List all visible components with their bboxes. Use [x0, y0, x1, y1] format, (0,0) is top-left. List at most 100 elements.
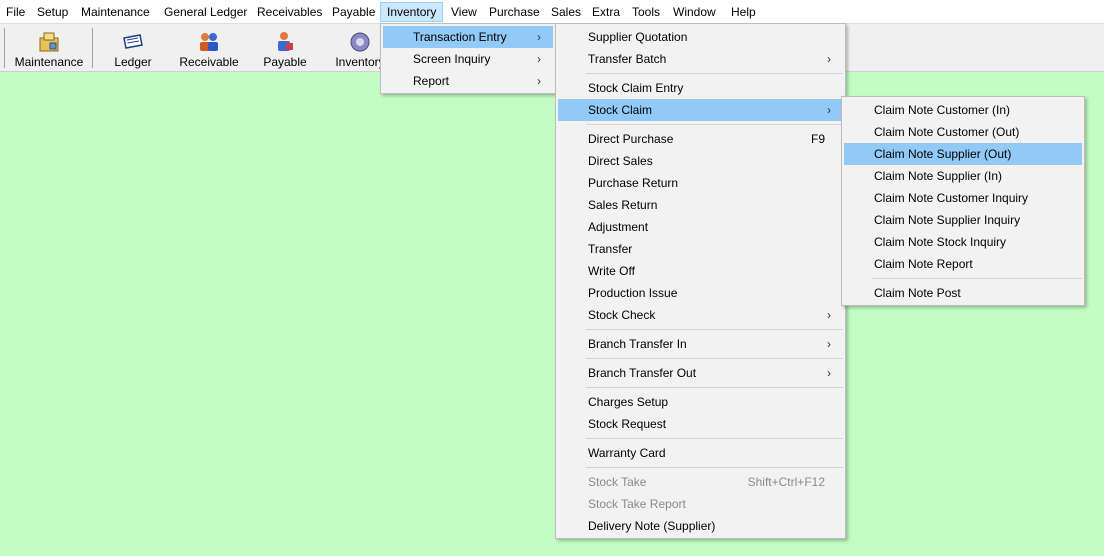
chevron-right-icon: › — [827, 52, 831, 66]
menu-window[interactable]: Window — [667, 2, 722, 22]
menu-item-label: Direct Sales — [588, 154, 653, 168]
menu-item-label: Direct Purchase — [588, 132, 674, 146]
menu-item-stock-take-report: Stock Take Report — [558, 493, 843, 515]
menu-item-label: Screen Inquiry — [413, 52, 491, 66]
menu-item-transfer-batch[interactable]: Transfer Batch › — [558, 48, 843, 70]
menu-separator — [586, 124, 843, 125]
menu-item-label: Claim Note Supplier (Out) — [874, 147, 1012, 161]
menu-maintenance[interactable]: Maintenance — [75, 2, 156, 22]
menu-purchase[interactable]: Purchase — [483, 2, 546, 22]
menu-separator — [872, 278, 1082, 279]
menu-item-purchase-return[interactable]: Purchase Return — [558, 172, 843, 194]
menu-item-delivery-note-supplier[interactable]: Delivery Note (Supplier) — [558, 515, 843, 537]
toolbar-separator — [92, 28, 93, 68]
menu-item-label: Claim Note Post — [874, 286, 961, 300]
menu-sales[interactable]: Sales — [545, 2, 587, 22]
menu-receivables[interactable]: Receivables — [251, 2, 328, 22]
toolbar-ledger-button[interactable]: Ledger — [102, 26, 164, 70]
menu-item-label: Stock Take — [588, 475, 647, 489]
menu-item-label: Claim Note Customer (Out) — [874, 125, 1020, 139]
chevron-right-icon: › — [827, 308, 831, 322]
toolbar-maintenance-label: Maintenance — [14, 55, 84, 69]
menu-item-label: Delivery Note (Supplier) — [588, 519, 716, 533]
menu-separator — [586, 438, 843, 439]
menu-item-transaction-entry[interactable]: Transaction Entry › — [383, 26, 553, 48]
menu-item-label: Transaction Entry — [413, 30, 507, 44]
menu-item-stock-claim[interactable]: Stock Claim › — [558, 99, 843, 121]
menu-item-claim-note-report[interactable]: Claim Note Report — [844, 253, 1082, 275]
chevron-right-icon: › — [537, 52, 541, 66]
menu-item-claim-note-customer-inquiry[interactable]: Claim Note Customer Inquiry — [844, 187, 1082, 209]
menu-item-screen-inquiry[interactable]: Screen Inquiry › — [383, 48, 553, 70]
menu-separator — [586, 387, 843, 388]
menu-item-label: Transfer — [588, 242, 633, 256]
chevron-right-icon: › — [827, 366, 831, 380]
menu-item-label: Branch Transfer In — [588, 337, 687, 351]
menu-item-stock-claim-entry[interactable]: Stock Claim Entry — [558, 77, 843, 99]
menu-item-label: Adjustment — [588, 220, 649, 234]
menu-item-adjustment[interactable]: Adjustment — [558, 216, 843, 238]
menu-item-label: Report — [413, 74, 450, 88]
menu-item-report[interactable]: Report › — [383, 70, 553, 92]
menu-item-direct-sales[interactable]: Direct Sales — [558, 150, 843, 172]
menu-extra[interactable]: Extra — [586, 2, 626, 22]
menu-separator — [586, 329, 843, 330]
menu-item-claim-note-post[interactable]: Claim Note Post — [844, 282, 1082, 304]
toolbar-maintenance-button[interactable]: Maintenance — [10, 26, 88, 70]
menu-item-label: Write Off — [588, 264, 635, 278]
menu-item-warranty-card[interactable]: Warranty Card — [558, 442, 843, 464]
menu-item-label: Sales Return — [588, 198, 658, 212]
menu-item-label: Claim Note Supplier (In) — [874, 169, 1003, 183]
toolbar-receivable-label: Receivable — [179, 55, 239, 69]
menu-item-stock-take: Stock Take Shift+Ctrl+F12 — [558, 471, 843, 493]
menu-item-label: Stock Claim — [588, 103, 653, 117]
menu-separator — [586, 73, 843, 74]
menu-inventory[interactable]: Inventory — [380, 2, 444, 22]
toolbar-payable-button[interactable]: Payable — [256, 26, 314, 70]
menu-item-label: Branch Transfer Out — [588, 366, 697, 380]
menu-item-label: Claim Note Stock Inquiry — [874, 235, 1007, 249]
menu-item-label: Purchase Return — [588, 176, 679, 190]
menu-file[interactable]: File — [0, 2, 31, 22]
chevron-right-icon: › — [537, 30, 541, 44]
inventory-menu: Transaction Entry › Screen Inquiry › Rep… — [380, 23, 556, 94]
menu-item-charges-setup[interactable]: Charges Setup — [558, 391, 843, 413]
menu-item-write-off[interactable]: Write Off — [558, 260, 843, 282]
menu-item-supplier-quotation[interactable]: Supplier Quotation — [558, 26, 843, 48]
toolbar-payable-label: Payable — [263, 55, 307, 69]
menu-item-claim-note-customer-in[interactable]: Claim Note Customer (In) — [844, 99, 1082, 121]
menu-item-claim-note-supplier-inquiry[interactable]: Claim Note Supplier Inquiry — [844, 209, 1082, 231]
menu-item-label: Production Issue — [588, 286, 678, 300]
menu-item-claim-note-supplier-out[interactable]: Claim Note Supplier (Out) — [844, 143, 1082, 165]
menu-item-label: Claim Note Customer Inquiry — [874, 191, 1029, 205]
menu-item-production-issue[interactable]: Production Issue — [558, 282, 843, 304]
chevron-right-icon: › — [827, 337, 831, 351]
toolbar-ledger-label: Ledger — [114, 55, 152, 69]
menu-item-claim-note-supplier-in[interactable]: Claim Note Supplier (In) — [844, 165, 1082, 187]
menu-payable[interactable]: Payable — [326, 2, 381, 22]
menu-item-label: Stock Check — [588, 308, 656, 322]
shortcut-label: Shift+Ctrl+F12 — [747, 475, 825, 489]
toolbar-receivable-button[interactable]: Receivable — [176, 26, 242, 70]
menu-view[interactable]: View — [445, 2, 483, 22]
menu-item-claim-note-customer-out[interactable]: Claim Note Customer (Out) — [844, 121, 1082, 143]
menu-item-direct-purchase[interactable]: Direct Purchase F9 — [558, 128, 843, 150]
menu-item-sales-return[interactable]: Sales Return — [558, 194, 843, 216]
chevron-right-icon: › — [827, 103, 831, 117]
menu-general-ledger[interactable]: General Ledger — [158, 2, 253, 22]
menu-item-claim-note-stock-inquiry[interactable]: Claim Note Stock Inquiry — [844, 231, 1082, 253]
menu-separator — [586, 467, 843, 468]
menu-item-stock-request[interactable]: Stock Request — [558, 413, 843, 435]
menu-item-label: Warranty Card — [588, 446, 666, 460]
menu-tools[interactable]: Tools — [626, 2, 666, 22]
chevron-right-icon: › — [537, 74, 541, 88]
menu-item-label: Claim Note Report — [874, 257, 973, 271]
menu-item-transfer[interactable]: Transfer — [558, 238, 843, 260]
receivable-icon — [200, 33, 218, 51]
menu-setup[interactable]: Setup — [31, 2, 74, 22]
menu-item-branch-transfer-in[interactable]: Branch Transfer In › — [558, 333, 843, 355]
menu-help[interactable]: Help — [725, 2, 762, 22]
payable-icon — [278, 32, 293, 51]
menu-item-stock-check[interactable]: Stock Check › — [558, 304, 843, 326]
menu-item-branch-transfer-out[interactable]: Branch Transfer Out › — [558, 362, 843, 384]
